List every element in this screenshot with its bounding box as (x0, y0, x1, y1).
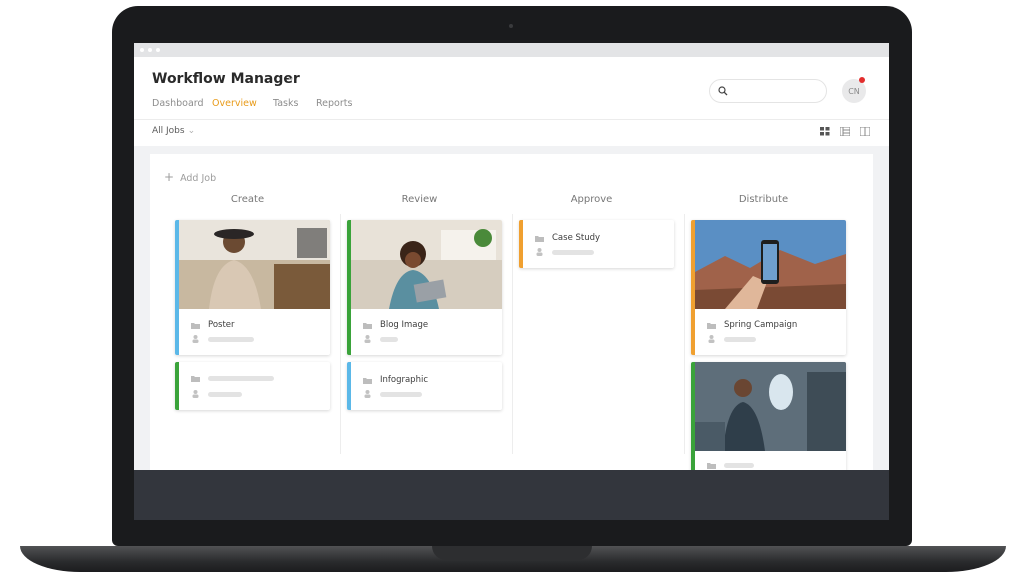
column-divider (684, 214, 685, 454)
column-header-create: Create (230, 194, 265, 205)
card-thumbnail-image (179, 220, 330, 309)
assignee-placeholder (380, 336, 398, 342)
add-job-button[interactable]: + Add Job (164, 170, 216, 184)
camera (509, 24, 513, 28)
taskbar (134, 470, 889, 520)
user-icon (192, 390, 199, 398)
notification-badge (859, 77, 865, 83)
title-placeholder (724, 463, 754, 468)
column-header-review: Review (401, 194, 438, 205)
user-icon (536, 248, 543, 256)
search-input[interactable] (709, 79, 827, 103)
laptop-screen: Workflow Manager ⌄ Dashboard Overview Ta… (134, 43, 889, 520)
job-card-blog-image[interactable]: Blog Image (347, 220, 502, 355)
job-card-infographic[interactable]: Infographic (347, 362, 502, 410)
title-placeholder (208, 376, 274, 381)
column-divider (512, 214, 513, 454)
folder-icon (535, 235, 544, 242)
chevron-down-icon[interactable]: ⌄ (286, 70, 295, 83)
add-job-label: Add Job (180, 173, 217, 184)
card-title: Case Study (552, 233, 601, 243)
card-title: Spring Campaign (724, 320, 798, 330)
plus-icon: + (164, 170, 175, 184)
card-title: Blog Image (380, 320, 429, 330)
user-icon (364, 335, 371, 343)
chevron-down-icon: ⌄ (187, 126, 196, 136)
user-icon (708, 335, 715, 343)
kanban-board: + Add Job Create Review Approve Distribut… (150, 154, 873, 497)
app-title[interactable]: Workflow Manager (152, 71, 300, 87)
jobs-filter-label: All Jobs (152, 126, 185, 136)
assignee-placeholder (208, 336, 254, 342)
folder-icon (363, 322, 372, 329)
board-toolbar: All Jobs ⌄ (134, 119, 889, 146)
folder-icon (191, 322, 200, 329)
column-view-icon[interactable] (860, 127, 870, 136)
list-view-icon[interactable] (840, 127, 850, 136)
card-thumbnail-image (695, 220, 846, 309)
column-divider (340, 214, 341, 454)
job-card-untitled[interactable] (175, 362, 330, 410)
card-title: Infographic (380, 375, 429, 385)
folder-icon (707, 322, 716, 329)
grid-view-icon[interactable] (820, 127, 830, 136)
assignee-placeholder (552, 249, 594, 255)
nav-dashboard[interactable]: Dashboard (152, 98, 204, 109)
window-titlebar (134, 43, 889, 57)
nav-tasks[interactable]: Tasks (273, 98, 298, 109)
search-icon (718, 86, 728, 96)
card-title: Poster (208, 320, 235, 330)
user-icon (192, 335, 199, 343)
assignee-placeholder (208, 391, 242, 397)
user-icon (364, 390, 371, 398)
card-thumbnail-image (695, 362, 846, 451)
card-thumbnail-image (351, 220, 502, 309)
folder-icon (707, 463, 716, 469)
assignee-placeholder (380, 391, 422, 397)
window-control-dot[interactable] (148, 48, 152, 52)
folder-icon (191, 376, 200, 382)
column-header-approve: Approve (570, 194, 613, 205)
job-card-poster[interactable]: Poster (175, 220, 330, 355)
nav-overview[interactable]: Overview (212, 98, 257, 109)
app-header: Workflow Manager ⌄ Dashboard Overview Ta… (134, 57, 889, 119)
folder-icon (363, 377, 372, 384)
job-card-case-study[interactable]: Case Study (519, 220, 674, 268)
jobs-filter-dropdown[interactable]: All Jobs ⌄ (152, 126, 195, 136)
window-control-dot[interactable] (156, 48, 160, 52)
laptop-notch (432, 546, 592, 560)
column-header-distribute: Distribute (738, 194, 789, 205)
window-control-dot[interactable] (140, 48, 144, 52)
nav-reports[interactable]: Reports (316, 98, 352, 109)
job-card-spring-campaign[interactable]: Spring Campaign (691, 220, 846, 355)
assignee-placeholder (724, 336, 756, 342)
